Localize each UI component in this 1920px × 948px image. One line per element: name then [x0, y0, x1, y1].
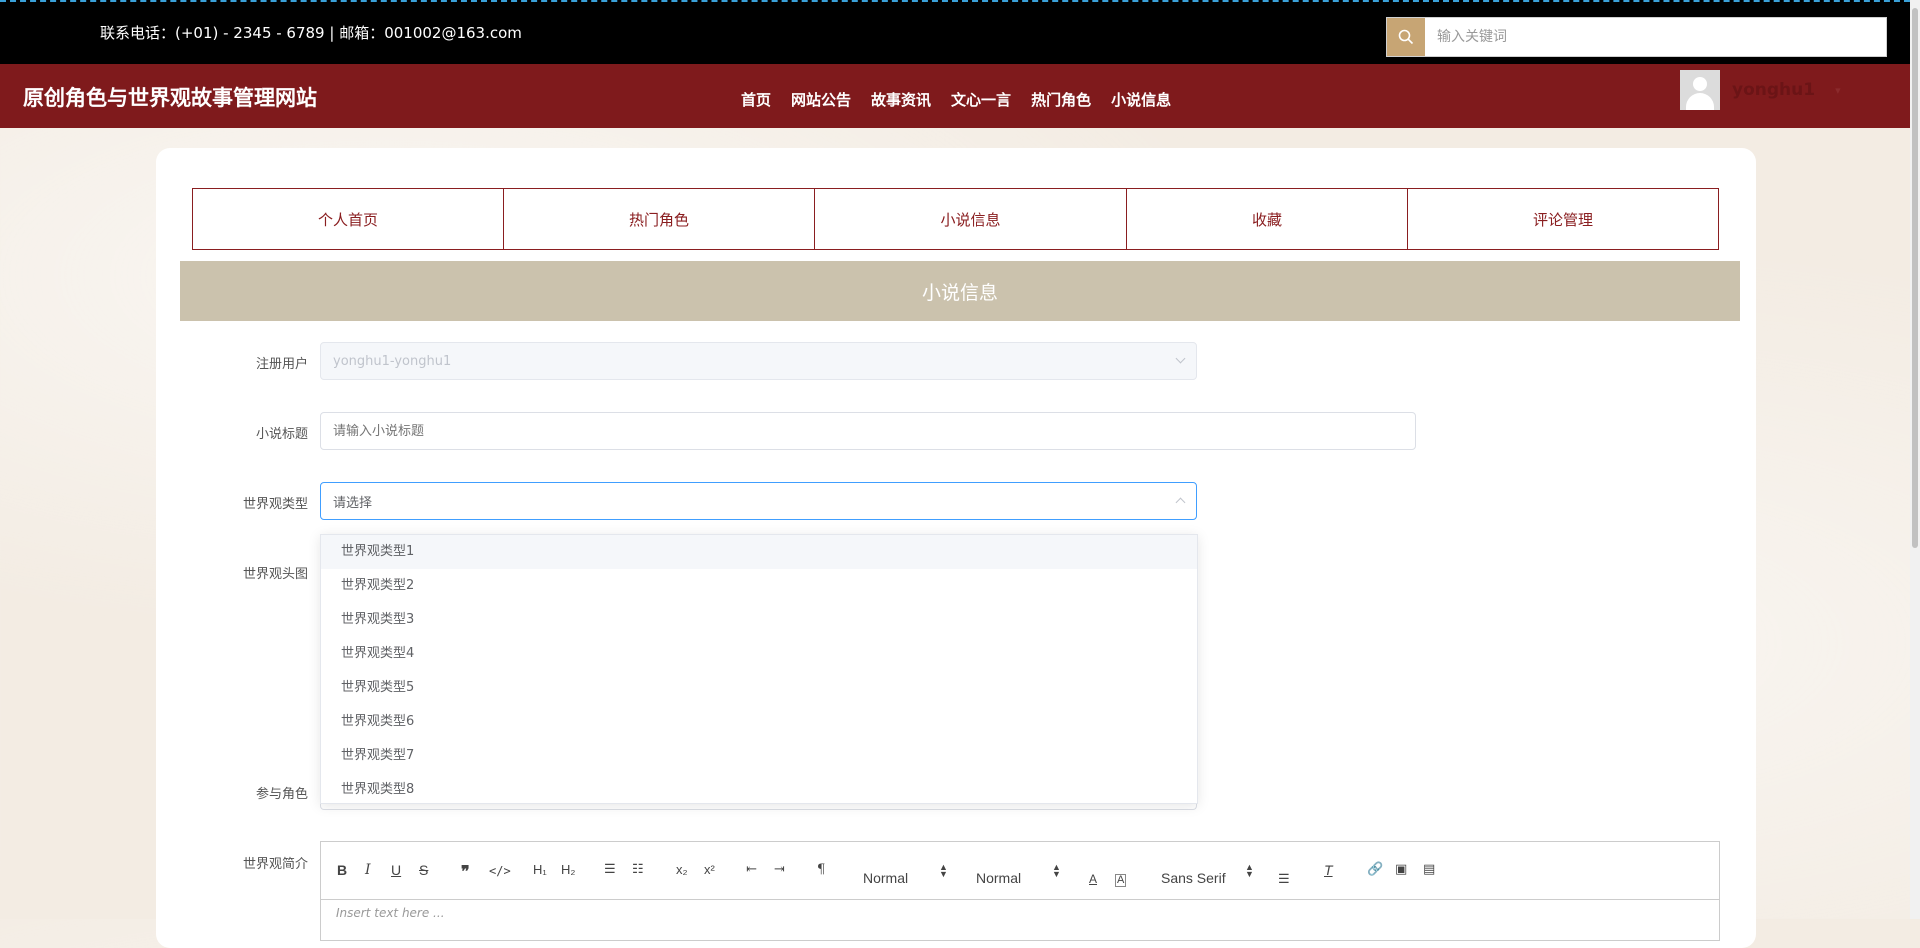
image-label: 世界观头图 — [242, 567, 308, 582]
nav-wenxin[interactable]: 文心一言 — [951, 89, 1011, 110]
username[interactable]: yonghu1 — [1732, 80, 1815, 100]
nav-home[interactable]: 首页 — [741, 89, 771, 110]
section-title: 小说信息 — [180, 261, 1740, 321]
dropdown-option[interactable]: 世界观类型3 — [321, 603, 1197, 637]
size-select[interactable]: Normal ▲ ▼ — [976, 863, 1061, 887]
search-input[interactable] — [1425, 18, 1886, 56]
dropdown-option[interactable]: 世界观类型8 — [321, 773, 1197, 803]
subscript-icon[interactable]: x₂ — [676, 862, 688, 877]
main-nav: 首页 网站公告 故事资讯 文心一言 热门角色 小说信息 — [741, 89, 1191, 110]
tab-novel-info[interactable]: 小说信息 — [814, 188, 1127, 250]
strike-icon[interactable]: S — [419, 862, 428, 878]
header-select-value: Normal — [863, 870, 909, 886]
image-icon[interactable]: ▣ — [1395, 862, 1407, 877]
chevron-down-icon — [1175, 353, 1186, 364]
contact-bar: 联系电话：(+01) - 2345 - 6789 | 邮箱：001002@163… — [0, 0, 1920, 64]
title-label: 小说标题 — [255, 427, 308, 442]
user-label: 注册用户 — [255, 357, 308, 372]
underline-icon[interactable]: U — [391, 862, 401, 878]
scrollbar-thumb[interactable] — [1912, 8, 1918, 548]
dropdown-option[interactable]: 世界观类型1 — [321, 535, 1197, 569]
bullet-list-icon[interactable]: ☷ — [632, 862, 644, 877]
background-color-icon[interactable]: A — [1115, 874, 1127, 887]
tab-hot-roles[interactable]: 热门角色 — [503, 188, 815, 250]
tab-personal-home[interactable]: 个人首页 — [192, 188, 504, 250]
user-select-value: yonghu1-yonghu1 — [333, 353, 452, 369]
font-select-value: Sans Serif — [1161, 870, 1226, 886]
type-dropdown: 世界观类型1 世界观类型2 世界观类型3 世界观类型4 世界观类型5 世界观类型… — [320, 534, 1198, 804]
blockquote-icon[interactable]: ❞ — [461, 862, 470, 881]
header1-icon[interactable]: H₁ — [533, 862, 547, 877]
page-scrollbar[interactable] — [1910, 0, 1920, 919]
font-select[interactable]: Sans Serif ▲ ▼ — [1161, 863, 1254, 887]
header2-icon[interactable]: H₂ — [561, 862, 575, 877]
dropdown-option[interactable]: 世界观类型4 — [321, 637, 1197, 671]
video-icon[interactable]: ▤ — [1423, 862, 1435, 877]
dropdown-option[interactable]: 世界观类型7 — [321, 739, 1197, 773]
roles-label: 参与角色 — [255, 787, 308, 802]
italic-icon[interactable]: I — [365, 862, 371, 878]
superscript-icon[interactable]: x² — [704, 862, 715, 877]
align-icon[interactable]: ☰ — [1278, 872, 1290, 887]
nav-story-news[interactable]: 故事资讯 — [871, 89, 931, 110]
intro-editor[interactable]: B I U S ❞ </> H₁ H₂ ☰ ☷ x₂ x² ⇤ ⇥ ¶ Norm… — [320, 841, 1720, 941]
chevron-down-icon[interactable]: ▾ — [1835, 84, 1841, 97]
site-title[interactable]: 原创角色与世界观故事管理网站 — [23, 82, 317, 112]
contact-info: 联系电话：(+01) - 2345 - 6789 | 邮箱：001002@163… — [100, 24, 522, 42]
title-input[interactable] — [320, 412, 1416, 450]
tab-favorites[interactable]: 收藏 — [1126, 188, 1408, 250]
code-block-icon[interactable]: </> — [489, 864, 511, 878]
intro-label: 世界观简介 — [242, 857, 308, 872]
size-select-value: Normal — [976, 870, 1022, 886]
clear-format-icon[interactable]: T — [1324, 862, 1333, 878]
nav-novel-info[interactable]: 小说信息 — [1111, 89, 1171, 110]
tab-comments[interactable]: 评论管理 — [1407, 188, 1719, 250]
search-box — [1386, 17, 1887, 57]
dropdown-option[interactable]: 世界观类型2 — [321, 569, 1197, 603]
bold-icon[interactable]: B — [337, 862, 347, 878]
font-color-icon[interactable]: A — [1089, 872, 1097, 886]
user-select: yonghu1-yonghu1 — [320, 342, 1197, 380]
select-arrows-icon: ▲ ▼ — [1052, 862, 1061, 879]
header-select[interactable]: Normal ▲ ▼ — [863, 863, 948, 887]
search-icon — [1398, 29, 1414, 45]
ordered-list-icon[interactable]: ☰ — [604, 862, 616, 877]
user-menu[interactable]: yonghu1 ▾ — [1680, 70, 1841, 110]
type-label: 世界观类型 — [242, 497, 308, 512]
link-icon[interactable]: 🔗 — [1367, 862, 1383, 877]
editor-placeholder: Insert text here ... — [336, 906, 445, 920]
user-center-tabs: 个人首页 热门角色 小说信息 收藏 评论管理 — [192, 188, 1719, 250]
dropdown-option[interactable]: 世界观类型5 — [321, 671, 1197, 705]
avatar-head — [1693, 77, 1707, 91]
outdent-icon[interactable]: ⇤ — [746, 862, 757, 877]
indent-icon[interactable]: ⇥ — [774, 862, 785, 877]
editor-toolbar: B I U S ❞ </> H₁ H₂ ☰ ☷ x₂ x² ⇤ ⇥ ¶ Norm… — [321, 842, 1719, 900]
dropdown-option[interactable]: 世界观类型6 — [321, 705, 1197, 739]
type-select-placeholder: 请选择 — [333, 495, 373, 511]
nav-hot-roles[interactable]: 热门角色 — [1031, 89, 1091, 110]
select-arrows-icon: ▲ ▼ — [1245, 862, 1254, 879]
text-direction-icon[interactable]: ¶ — [817, 862, 825, 877]
avatar-body — [1686, 93, 1714, 110]
chevron-up-icon — [1175, 497, 1186, 508]
select-arrows-icon: ▲ ▼ — [939, 862, 948, 879]
search-button[interactable] — [1387, 18, 1425, 56]
nav-announcements[interactable]: 网站公告 — [791, 89, 851, 110]
avatar[interactable] — [1680, 70, 1720, 110]
type-select[interactable]: 请选择 — [320, 482, 1197, 520]
site-header: 原创角色与世界观故事管理网站 首页 网站公告 故事资讯 文心一言 热门角色 小说… — [0, 64, 1920, 128]
